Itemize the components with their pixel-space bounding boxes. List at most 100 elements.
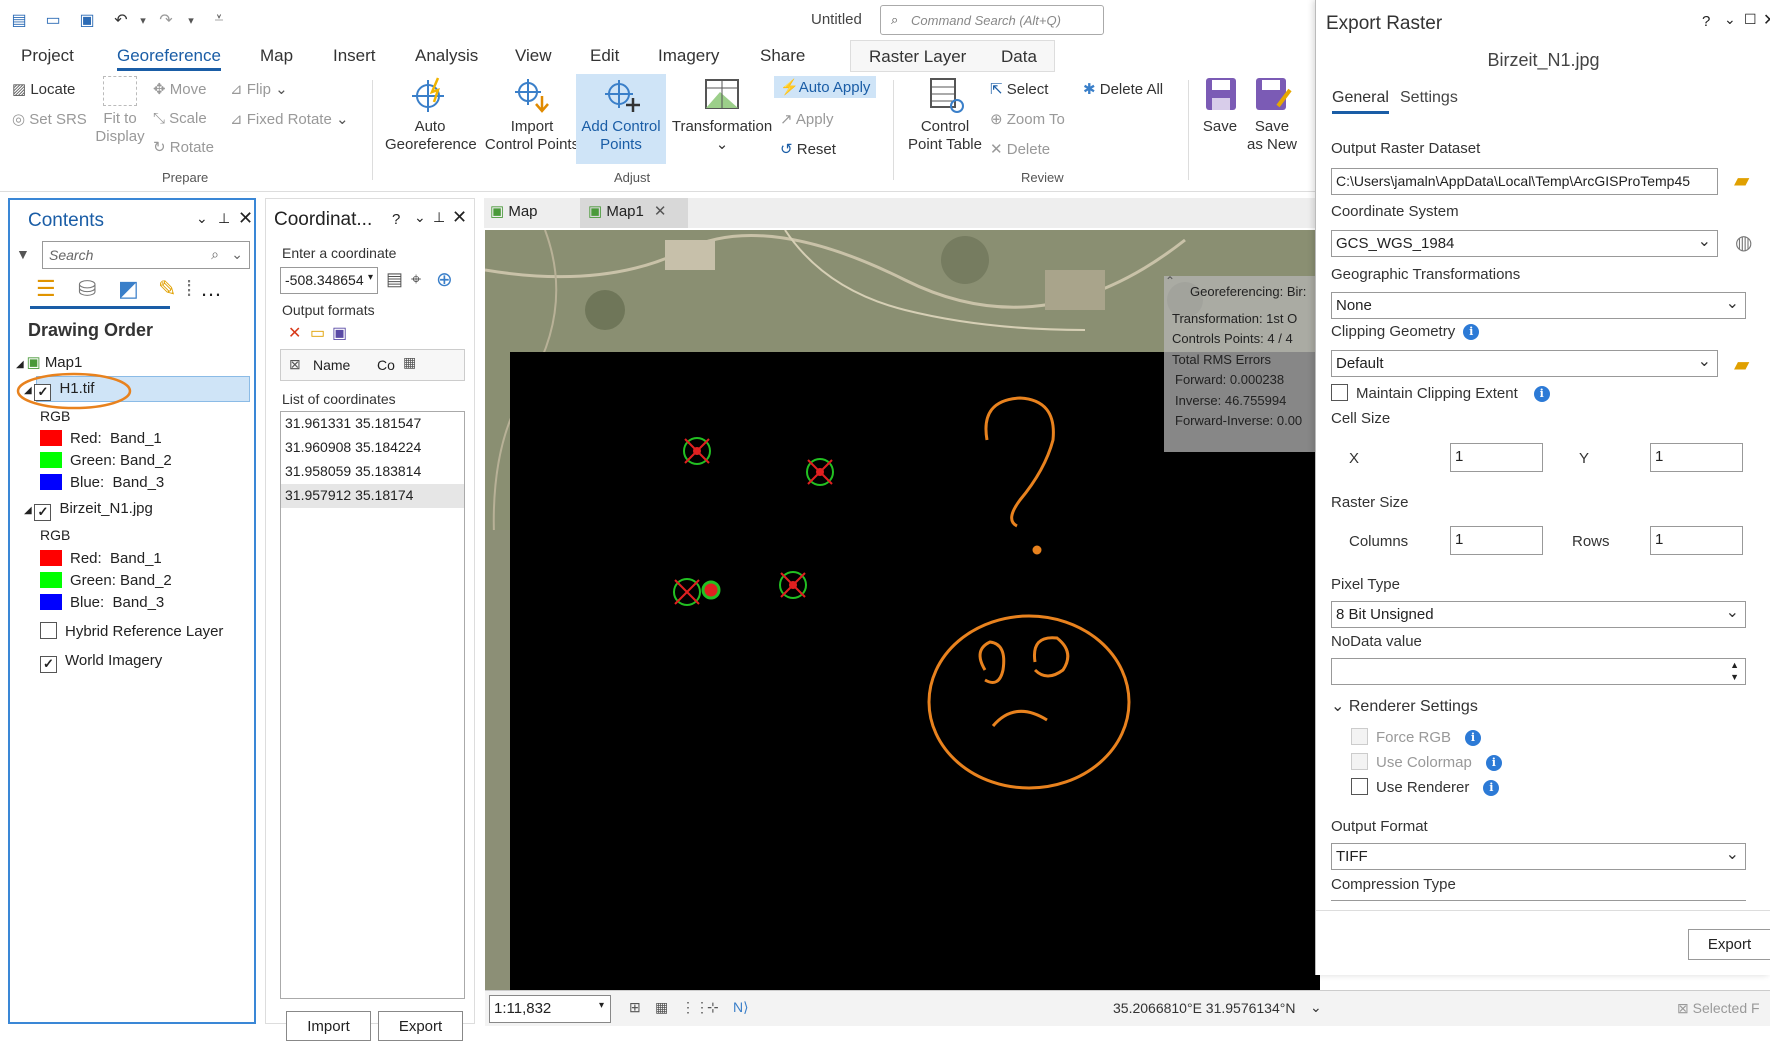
tab-imagery[interactable]: Imagery — [658, 46, 719, 66]
renderer-settings-section[interactable]: ⌄ Renderer Settings — [1331, 696, 1478, 716]
new-project-icon[interactable]: ▤ — [8, 10, 30, 30]
locate-button[interactable]: ▨ Locate — [12, 80, 75, 98]
pixel-type-dropdown[interactable]: 8 Bit Unsigned — [1331, 601, 1746, 628]
filter-icon[interactable]: ▼ — [16, 246, 30, 262]
add-control-points-button[interactable]: Add Control Points — [576, 74, 666, 164]
help-icon[interactable]: ? — [392, 211, 400, 228]
command-search-input[interactable]: ⌕ Command Search (Alt+Q) — [880, 5, 1104, 35]
rotate-button[interactable]: ↻ Rotate — [153, 138, 214, 156]
control-point[interactable] — [806, 458, 834, 486]
geographic-transformations-dropdown[interactable]: None — [1331, 292, 1746, 319]
select-button[interactable]: ⇱ Select — [990, 80, 1048, 98]
close-icon[interactable]: ✕ — [654, 203, 667, 220]
list-item[interactable]: 31.957912 35.18174 — [281, 484, 464, 508]
maintain-clipping-checkbox[interactable] — [1331, 384, 1348, 401]
scale-selector[interactable]: 1:11,832 ▾ — [489, 995, 611, 1023]
map-point-icon[interactable]: ⌖ — [411, 269, 421, 290]
globe-icon[interactable]: ◍ — [1735, 230, 1752, 255]
cell-size-y-input[interactable]: 1 — [1650, 443, 1743, 472]
layer-hybrid[interactable]: Hybrid Reference Layer — [40, 622, 223, 640]
save-button[interactable]: Save — [1198, 76, 1242, 136]
layer-birzeit[interactable]: ◢ ✓ Birzeit_N1.jpg — [24, 500, 153, 521]
list-item[interactable]: 31.958059 35.183814 — [281, 460, 464, 484]
zoom-to-button[interactable]: ⊕ Zoom To — [990, 110, 1065, 128]
map-node[interactable]: ◢ ▣ Map1 — [16, 353, 82, 371]
control-point-table-button[interactable]: Control Point Table — [903, 76, 987, 154]
compression-type-dropdown[interactable] — [1331, 900, 1746, 905]
export-button[interactable]: Export — [1688, 929, 1770, 960]
tab-edit[interactable]: Edit — [590, 46, 619, 66]
info-icon[interactable]: i — [1485, 755, 1502, 771]
move-button[interactable]: ✥ Move — [153, 80, 206, 98]
format-icon[interactable]: ▤ — [386, 269, 403, 290]
undo-dropdown-icon[interactable]: ▾ — [132, 14, 154, 34]
chevron-down-icon[interactable]: ⌄ — [1310, 999, 1322, 1016]
import-button[interactable]: Import — [286, 1011, 371, 1041]
delete-button[interactable]: ✕ Delete — [990, 140, 1050, 158]
more-icon[interactable]: … — [200, 276, 222, 302]
cell-size-x-input[interactable]: 1 — [1450, 443, 1543, 472]
coordinate-system-dropdown[interactable]: GCS_WGS_1984 — [1331, 230, 1718, 257]
undo-icon[interactable]: ↶ — [110, 10, 132, 30]
fit-to-display-button[interactable]: Fit to Display — [92, 76, 148, 146]
coordinate-input[interactable]: -508.348654 ▾ — [280, 267, 378, 294]
close-icon[interactable]: ✕ — [1763, 10, 1770, 30]
import-control-points-button[interactable]: Import Control Points — [482, 76, 582, 154]
maintain-clipping-extent[interactable]: Maintain Clipping Extent i — [1331, 384, 1550, 402]
flip-button[interactable]: ⊿ Flip ⌄ — [230, 80, 288, 98]
layer-birzeit-checkbox[interactable]: ✓ — [34, 504, 52, 521]
control-point[interactable] — [779, 571, 807, 599]
data-source-icon[interactable]: ⛁ — [78, 276, 96, 302]
browse-folder-icon[interactable]: ▰ — [1734, 168, 1749, 193]
tab-georeference[interactable]: Georeference — [117, 46, 221, 71]
fixed-zoom-icon[interactable]: ⊞ — [629, 999, 641, 1016]
grid-icon[interactable]: ▦ — [655, 999, 668, 1016]
snapping-icon[interactable]: ⁞ — [186, 276, 192, 302]
tab-share[interactable]: Share — [760, 46, 805, 66]
chevron-down-icon[interactable]: ⌄ — [414, 209, 426, 226]
customize-toolbar-icon[interactable]: ⩡ — [208, 10, 230, 30]
pin-icon[interactable]: ⊥ — [218, 210, 230, 227]
apply-button[interactable]: ↗ Apply — [780, 110, 833, 128]
close-icon[interactable]: ✕ — [452, 207, 467, 228]
transformation-button[interactable]: Transformation ⌄ — [670, 76, 774, 154]
map-view[interactable]: Georeferencing: Bir: Transformation: 1st… — [485, 230, 1320, 990]
drawing-order-icon[interactable]: ☰ — [36, 276, 56, 302]
save-as-new-button[interactable]: Save as New — [1244, 76, 1300, 154]
tab-raster-layer[interactable]: Raster Layer — [869, 47, 966, 67]
redo-dropdown-icon[interactable]: ▾ — [180, 14, 202, 34]
north-arrow-icon[interactable]: N⟩ — [733, 999, 749, 1016]
delete-all-button[interactable]: ✱ Delete All — [1083, 80, 1163, 98]
info-icon[interactable]: i — [1483, 780, 1500, 796]
add-point-icon[interactable]: ⊕ — [436, 267, 453, 292]
snapping-icon[interactable]: ⊹ — [707, 999, 719, 1016]
list-item[interactable]: 31.960908 35.184224 — [281, 436, 464, 460]
tab-insert[interactable]: Insert — [333, 46, 376, 66]
use-renderer-checkbox[interactable] — [1351, 778, 1368, 795]
info-icon[interactable]: i — [1533, 386, 1550, 402]
tab-data[interactable]: Data — [1001, 47, 1037, 67]
save-project-icon[interactable]: ▣ — [76, 10, 98, 30]
clipping-geometry-dropdown[interactable]: Default — [1331, 350, 1718, 377]
pin-icon[interactable]: ⊥ — [433, 209, 445, 226]
tab-analysis[interactable]: Analysis — [415, 46, 478, 66]
rows-input[interactable]: 1 — [1650, 526, 1743, 555]
browse-folder-icon[interactable]: ▰ — [1734, 352, 1749, 377]
maximize-icon[interactable]: ☐ — [1744, 11, 1757, 28]
info-icon[interactable]: i — [1463, 324, 1480, 340]
edit-format-icon[interactable]: ▦ — [403, 354, 416, 371]
tab-view[interactable]: View — [515, 46, 552, 66]
auto-apply-toggle[interactable]: ⚡Auto Apply — [774, 76, 877, 98]
tab-map-view[interactable]: ▣ Map — [490, 202, 538, 226]
tab-general[interactable]: General — [1332, 89, 1389, 114]
chevron-down-icon[interactable]: ⌄ — [196, 210, 208, 227]
tab-map1-view[interactable]: ▣ Map1 ✕ — [580, 198, 688, 228]
output-dataset-input[interactable]: C:\Users\jamaln\AppData\Local\Temp\ArcGI… — [1331, 168, 1718, 195]
tab-map[interactable]: Map — [260, 46, 293, 66]
help-icon[interactable]: ? — [1702, 13, 1710, 30]
redo-icon[interactable]: ↷ — [155, 10, 177, 30]
close-icon[interactable]: ✕ — [238, 208, 253, 229]
layer-hybrid-checkbox[interactable] — [40, 622, 57, 639]
chevron-down-icon[interactable]: ⌄ — [1724, 11, 1736, 28]
use-renderer[interactable]: Use Renderer i — [1351, 778, 1500, 796]
